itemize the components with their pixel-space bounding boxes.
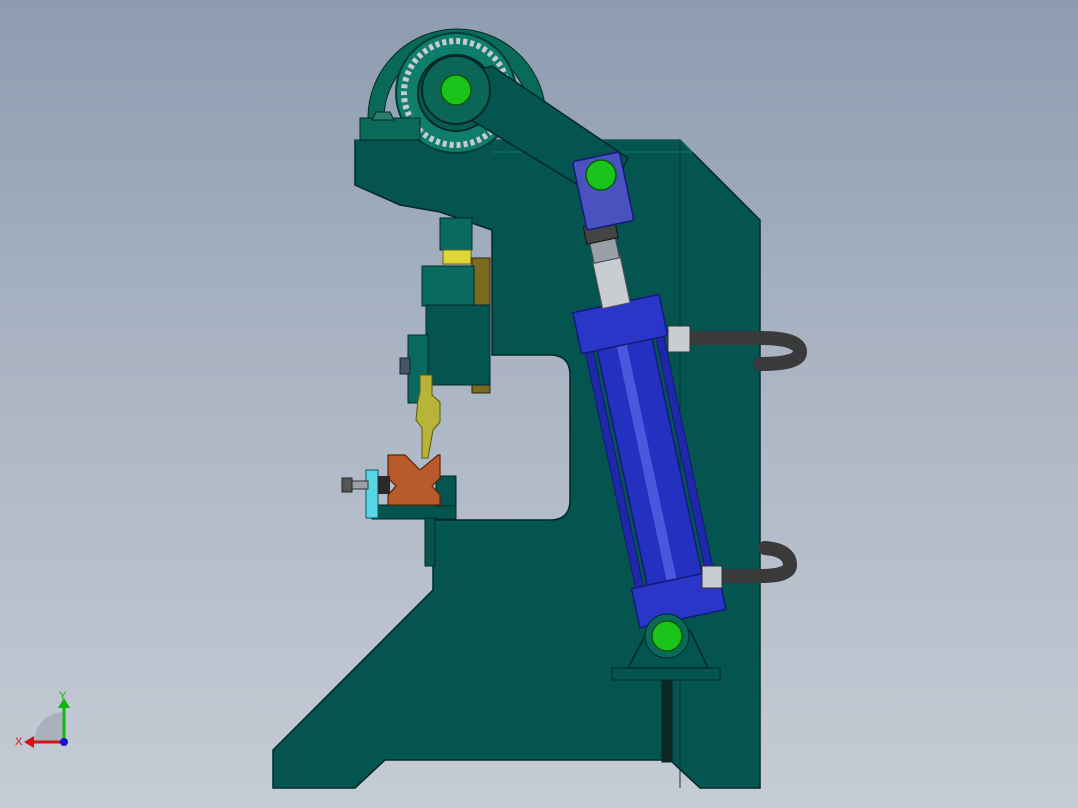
bearing-base xyxy=(359,117,421,141)
clevis-pin[interactable] xyxy=(585,159,617,191)
leg-post xyxy=(661,679,673,763)
press-assembly-drawing[interactable]: Y X xyxy=(0,0,1078,808)
lower-hose-fitting xyxy=(701,565,723,589)
ram-block xyxy=(425,304,491,386)
die-assembly[interactable] xyxy=(341,454,457,520)
bearing-bolt-head xyxy=(371,111,395,121)
ram-column xyxy=(439,217,473,251)
clamp-screw-thread xyxy=(349,480,369,490)
clamp-screw-head xyxy=(341,477,353,493)
punch-tool[interactable] xyxy=(415,374,441,459)
coordinate-triad: Y X xyxy=(15,690,70,748)
cylinder-base-plate xyxy=(611,667,721,681)
triad-arc xyxy=(34,712,64,742)
main-shaft-pin[interactable] xyxy=(440,74,472,106)
die-base xyxy=(371,504,457,520)
cylinder-pivot-pin[interactable] xyxy=(651,620,683,652)
upper-hose-fitting xyxy=(667,325,691,353)
punch-bolt xyxy=(399,357,411,375)
clamp-plate[interactable] xyxy=(365,469,379,519)
triad-y-label: Y xyxy=(59,690,67,702)
die-pedestal xyxy=(424,517,436,567)
ram-assembly[interactable] xyxy=(399,217,491,404)
v-die[interactable] xyxy=(387,454,441,506)
triad-x-label: X xyxy=(15,736,23,748)
ram-collar xyxy=(442,249,472,265)
ram-body xyxy=(421,265,475,307)
triad-x-arrow xyxy=(24,736,34,748)
cad-viewport[interactable]: Y X xyxy=(0,0,1078,808)
triad-z-axis xyxy=(60,738,68,746)
clamp-nut xyxy=(378,476,390,494)
